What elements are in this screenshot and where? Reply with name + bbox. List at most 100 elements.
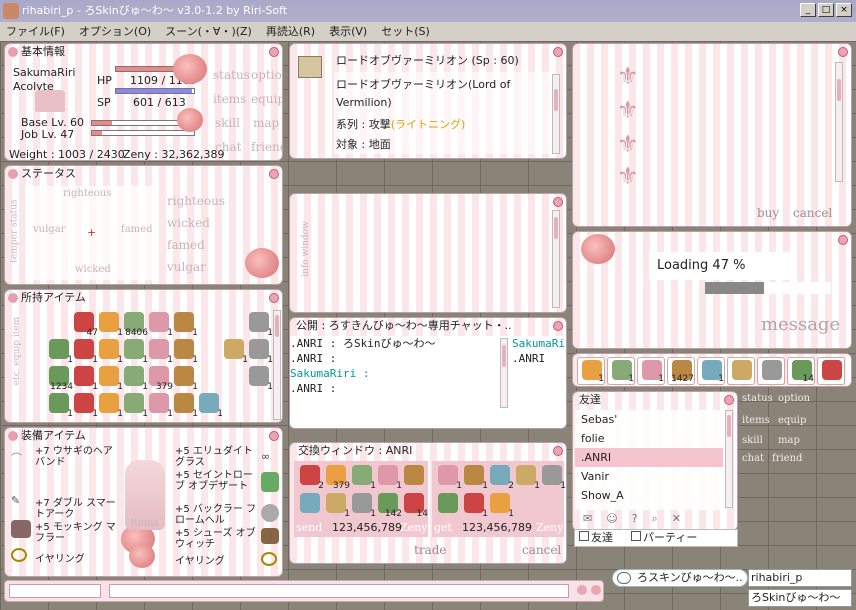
inventory-slot[interactable]: 1234 — [45, 364, 73, 392]
trade-slot[interactable]: 1 — [460, 491, 488, 519]
close-icon[interactable] — [269, 431, 279, 441]
trade-slot[interactable] — [434, 491, 462, 519]
scroll-thumb[interactable] — [837, 79, 841, 101]
party-checkbox[interactable]: パーティー — [631, 530, 697, 546]
friend-item[interactable]: Vanir — [575, 467, 723, 486]
inventory-slot[interactable] — [220, 364, 248, 392]
inventory-slot[interactable]: 1 — [220, 337, 248, 365]
trade-slot[interactable]: 1 — [486, 491, 514, 519]
scroll-thumb[interactable] — [554, 217, 558, 239]
mini-map-button[interactable]: map — [778, 435, 800, 446]
inventory-slot[interactable]: 1 — [95, 391, 123, 419]
trade-cancel-button[interactable]: cancel — [522, 543, 561, 557]
trade-slot[interactable] — [296, 491, 324, 519]
inventory-slot[interactable]: 1 — [245, 310, 273, 338]
close-icon[interactable] — [838, 47, 848, 57]
hotkey-slot[interactable] — [817, 357, 845, 385]
inventory-slot[interactable]: 1 — [145, 391, 173, 419]
inventory-slot[interactable]: 1 — [95, 337, 123, 365]
inventory-slot[interactable]: 47 — [70, 310, 98, 338]
friend-item[interactable]: folie — [575, 429, 723, 448]
inventory-slot[interactable]: 1 — [195, 391, 223, 419]
hotkey-slot[interactable]: 1 — [607, 357, 635, 385]
chat-mode-icon[interactable] — [591, 585, 601, 595]
inventory-slot[interactable]: 1 — [120, 364, 148, 392]
friend-button[interactable]: friend — [251, 140, 282, 154]
trade-slot[interactable]: 142 — [374, 491, 402, 519]
menu-file[interactable]: ファイル(F) — [6, 22, 65, 41]
friend-item-selected[interactable]: .ANRI — [575, 448, 723, 467]
inventory-slot[interactable]: 1 — [120, 391, 148, 419]
trade-slot[interactable]: 1 — [374, 463, 402, 491]
inventory-slot[interactable]: 1 — [170, 310, 198, 338]
party-icon[interactable]: ☺ — [606, 512, 617, 526]
close-icon[interactable] — [269, 169, 279, 179]
close-icon[interactable] — [269, 293, 279, 303]
scrollbar[interactable] — [725, 410, 733, 508]
hotkey-slot[interactable] — [757, 357, 785, 385]
equip-slot[interactable]: イヤリング — [175, 552, 225, 567]
equip-slot[interactable]: イヤリング — [35, 550, 85, 565]
inventory-slot[interactable]: 1 — [70, 364, 98, 392]
mini-chat-button[interactable]: chat — [742, 453, 764, 464]
chat-input[interactable] — [9, 584, 101, 598]
inventory-slot[interactable]: 1 — [245, 337, 273, 365]
inventory-slot[interactable]: 8406 — [120, 310, 148, 338]
scroll-thumb[interactable] — [727, 415, 731, 437]
inventory-slot[interactable]: 1 — [170, 391, 198, 419]
trade-slot[interactable]: 2 — [296, 463, 324, 491]
trade-slot[interactable]: 1 — [348, 463, 376, 491]
equip-button[interactable]: equip — [251, 92, 282, 106]
close-icon[interactable] — [269, 47, 279, 57]
inventory-slot[interactable]: 1 — [170, 364, 198, 392]
scrollbar[interactable] — [835, 62, 843, 182]
inventory-slot[interactable]: 1 — [45, 337, 73, 365]
menu-option[interactable]: オプション(O) — [79, 22, 151, 41]
close-icon[interactable] — [553, 197, 563, 207]
close-button[interactable]: × — [836, 3, 852, 17]
trade-button[interactable]: trade — [414, 543, 447, 557]
equip-slot[interactable]: +7 ウサギのヘアバンド — [35, 446, 119, 468]
trade-slot[interactable]: 379 — [322, 463, 350, 491]
scrollbar[interactable] — [552, 210, 560, 308]
inventory-slot[interactable] — [220, 391, 248, 419]
menu-view[interactable]: 表示(V) — [329, 22, 367, 41]
scrollbar[interactable] — [500, 338, 508, 408]
trade-slot[interactable]: 1 — [512, 463, 540, 491]
equip-slot[interactable]: +5 バックラー フロームヘル — [175, 504, 259, 526]
mini-option-button[interactable]: option — [778, 393, 810, 404]
close-icon[interactable] — [724, 395, 734, 405]
map-button[interactable]: map — [253, 116, 279, 130]
hotkey-slot[interactable]: 1 — [577, 357, 605, 385]
collapse-icon[interactable] — [8, 431, 18, 441]
hotkey-slot[interactable] — [727, 357, 755, 385]
inventory-slot[interactable]: 1 — [145, 337, 173, 365]
close-icon[interactable] — [553, 321, 563, 331]
trade-slot[interactable] — [400, 463, 428, 491]
equip-slot[interactable]: +5 モッキング マフラー — [35, 522, 119, 544]
inventory-slot[interactable] — [195, 310, 223, 338]
equip-slot[interactable]: +5 セイントローブ オブデザート — [175, 470, 259, 492]
member-name[interactable]: SakumaRiri — [512, 336, 566, 351]
menu-reload[interactable]: 再読込(R) — [266, 22, 315, 41]
hotkey-slot[interactable]: 1 — [697, 357, 725, 385]
collapse-icon[interactable] — [8, 169, 18, 179]
menu-set[interactable]: セット(S) — [381, 22, 430, 41]
chat-input-main[interactable] — [109, 584, 569, 598]
skill-button[interactable]: skill — [215, 116, 240, 130]
status-button[interactable]: status — [213, 68, 250, 82]
search-icon[interactable]: ⌕ — [652, 512, 658, 526]
trade-slot[interactable]: 1 — [322, 491, 350, 519]
inventory-slot[interactable] — [195, 364, 223, 392]
close-icon[interactable] — [838, 235, 848, 245]
scroll-thumb[interactable] — [275, 315, 279, 337]
mini-status-button[interactable]: status — [742, 393, 773, 404]
delete-icon[interactable]: ✕ — [672, 512, 681, 526]
member-name[interactable]: .ANRI — [512, 351, 566, 366]
inventory-slot[interactable]: 1 — [95, 364, 123, 392]
collapse-icon[interactable] — [8, 293, 18, 303]
hotkey-slot[interactable]: 14 — [787, 357, 815, 385]
help-icon[interactable]: ? — [632, 512, 638, 526]
inventory-slot[interactable]: 1 — [170, 337, 198, 365]
mini-skill-button[interactable]: skill — [742, 435, 763, 446]
